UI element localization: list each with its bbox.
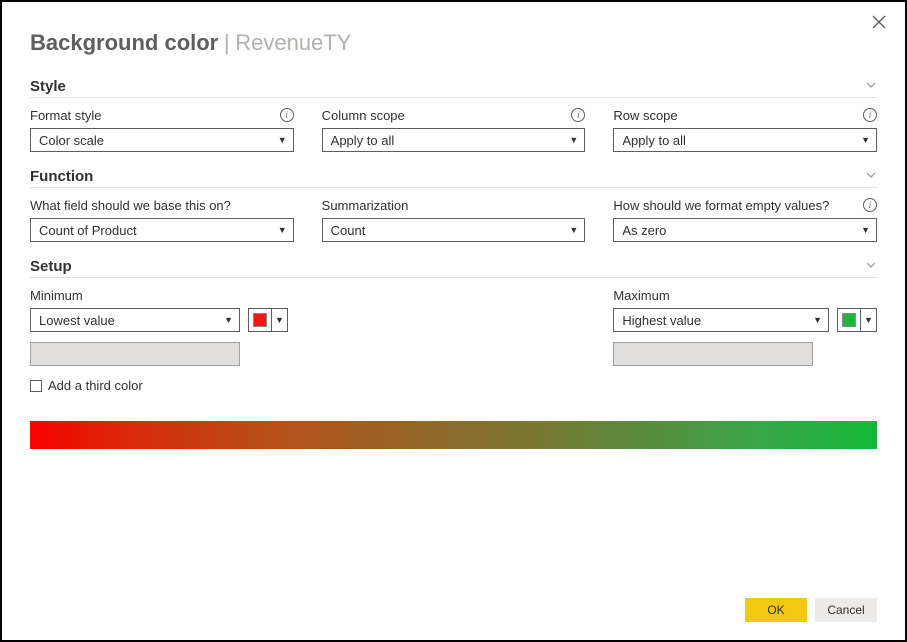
caret-down-icon: ▼ <box>813 315 822 325</box>
minimum-value: Lowest value <box>39 313 115 328</box>
style-section: Style Format style i Color scale ▼ Colum… <box>30 78 877 152</box>
add-third-color-checkbox[interactable]: Add a third color <box>30 378 877 393</box>
minimum-value-input <box>30 342 240 366</box>
maximum-color-picker[interactable]: ▼ <box>837 308 877 332</box>
column-scope-select[interactable]: Apply to all ▼ <box>322 128 586 152</box>
cancel-button[interactable]: Cancel <box>815 598 877 622</box>
function-section-title: Function <box>30 168 93 185</box>
base-field-field: What field should we base this on? Count… <box>30 196 294 242</box>
minimum-select[interactable]: Lowest value ▼ <box>30 308 240 332</box>
info-icon[interactable]: i <box>863 198 877 212</box>
caret-down-icon: ▼ <box>860 309 876 331</box>
caret-down-icon: ▼ <box>278 225 287 235</box>
empty-values-select[interactable]: As zero ▼ <box>613 218 877 242</box>
caret-down-icon: ▼ <box>861 135 870 145</box>
style-section-title: Style <box>30 78 66 95</box>
format-style-select[interactable]: Color scale ▼ <box>30 128 294 152</box>
dialog-header: Background color | RevenueTY <box>30 30 877 56</box>
summarization-label: Summarization <box>322 198 409 213</box>
base-field-value: Count of Product <box>39 223 137 238</box>
color-swatch <box>249 309 271 331</box>
dialog-footer: OK Cancel <box>745 598 877 622</box>
summarization-select[interactable]: Count ▼ <box>322 218 586 242</box>
title-divider: | <box>224 30 230 55</box>
gradient-preview <box>30 421 877 449</box>
caret-down-icon: ▼ <box>569 135 578 145</box>
setup-section: Setup Minimum Lowest value ▼ ▼ <box>30 258 877 449</box>
maximum-select[interactable]: Highest value ▼ <box>613 308 829 332</box>
minimum-field: Minimum Lowest value ▼ ▼ <box>30 286 294 366</box>
info-icon[interactable]: i <box>280 108 294 122</box>
info-icon[interactable]: i <box>571 108 585 122</box>
color-swatch <box>838 309 860 331</box>
format-style-field: Format style i Color scale ▼ <box>30 106 294 152</box>
caret-down-icon: ▼ <box>861 225 870 235</box>
maximum-field: Maximum Highest value ▼ ▼ <box>613 286 877 366</box>
format-style-value: Color scale <box>39 133 104 148</box>
setup-section-title: Setup <box>30 258 72 275</box>
chevron-down-icon <box>865 259 877 274</box>
style-section-header[interactable]: Style <box>30 78 877 98</box>
row-scope-select[interactable]: Apply to all ▼ <box>613 128 877 152</box>
swatch-color <box>842 313 856 327</box>
format-style-label: Format style <box>30 108 102 123</box>
setup-section-header[interactable]: Setup <box>30 258 877 278</box>
caret-down-icon: ▼ <box>224 315 233 325</box>
chevron-down-icon <box>865 79 877 94</box>
column-scope-label: Column scope <box>322 108 405 123</box>
swatch-color <box>253 313 267 327</box>
caret-down-icon: ▼ <box>271 309 287 331</box>
close-button[interactable] <box>869 14 889 34</box>
close-icon <box>872 15 886 29</box>
function-section-header[interactable]: Function <box>30 168 877 188</box>
caret-down-icon: ▼ <box>278 135 287 145</box>
row-scope-value: Apply to all <box>622 133 686 148</box>
empty-values-label: How should we format empty values? <box>613 198 829 213</box>
ok-button[interactable]: OK <box>745 598 807 622</box>
function-section: Function What field should we base this … <box>30 168 877 242</box>
row-scope-field: Row scope i Apply to all ▼ <box>613 106 877 152</box>
add-third-color-label: Add a third color <box>48 378 143 393</box>
maximum-label: Maximum <box>613 288 669 303</box>
chevron-down-icon <box>865 169 877 184</box>
maximum-value-input <box>613 342 813 366</box>
minimum-color-picker[interactable]: ▼ <box>248 308 288 332</box>
column-scope-value: Apply to all <box>331 133 395 148</box>
info-icon[interactable]: i <box>863 108 877 122</box>
caret-down-icon: ▼ <box>569 225 578 235</box>
checkbox-icon <box>30 380 42 392</box>
minimum-label: Minimum <box>30 288 83 303</box>
row-scope-label: Row scope <box>613 108 677 123</box>
maximum-value: Highest value <box>622 313 701 328</box>
summarization-value: Count <box>331 223 366 238</box>
base-field-label: What field should we base this on? <box>30 198 231 213</box>
dialog-context: RevenueTY <box>235 30 351 55</box>
column-scope-field: Column scope i Apply to all ▼ <box>322 106 586 152</box>
empty-values-field: How should we format empty values? i As … <box>613 196 877 242</box>
dialog-title: Background color <box>30 30 218 55</box>
summarization-field: Summarization Count ▼ <box>322 196 586 242</box>
base-field-select[interactable]: Count of Product ▼ <box>30 218 294 242</box>
empty-values-value: As zero <box>622 223 666 238</box>
